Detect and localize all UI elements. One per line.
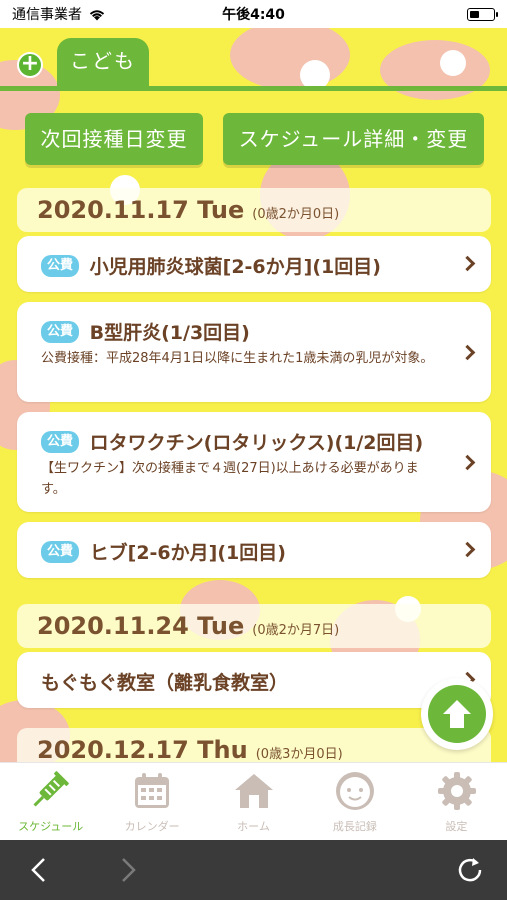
syringe-icon [33,771,69,807]
vaccine-description: 【生ワクチン】次の接種まで４週(27日)以上あける必要があります。 [41,461,419,497]
age-label: (0歳2か月7日) [252,623,340,638]
vaccine-title: ロタワクチン(ロタリックス)(1/2回目) [89,432,424,454]
nav-item-growth[interactable]: 成長記録 [304,763,405,840]
chevron-right-icon [459,344,476,361]
list-item-vaccine[interactable]: 公費 小児用肺炎球菌[2-6か月](1回目) [17,236,491,292]
back-arrow-icon[interactable] [24,855,54,885]
date-label: 2020.11.24 Tue [37,612,245,640]
bottom-navigation: スケジュール カレンダー ホーム 成長記録 設定 [0,762,507,840]
list-item-vaccine[interactable]: 公費 ロタワクチン(ロタリックス)(1/2回目) 【生ワクチン】次の接種まで４週… [17,412,491,512]
nav-label: スケジュール [18,820,84,833]
nav-item-schedule[interactable]: スケジュール [0,763,101,840]
list-item-vaccine[interactable]: 公費 B型肝炎(1/3回目) 公費接種：平成28年4月1日以降に生まれた1歳未満… [17,302,491,402]
forward-arrow-icon[interactable] [113,855,143,885]
vaccine-description: 公費接種：平成28年4月1日以降に生まれた1歳未満の乳児が対象。 [41,351,434,366]
nav-label: 成長記録 [332,820,377,833]
chevron-right-icon [459,541,476,558]
event-title: もぐもぐ教室（離乳食教室） [41,672,289,694]
home-icon [234,774,273,808]
nav-label: カレンダー [124,820,180,833]
battery-icon [467,7,498,21]
public-expense-badge: 公費 [41,254,80,277]
public-expense-badge: 公費 [41,540,80,563]
carrier-label: 通信事業者 [12,7,82,23]
nav-label: ホーム [237,820,270,833]
browser-toolbar [0,840,507,900]
age-label: (0歳2か月0日) [252,207,340,222]
date-header: 2020.11.24 Tue (0歳2か月7日) [17,604,491,648]
change-next-date-button[interactable]: 次回接種日変更 [25,113,203,165]
vaccine-title: 小児用肺炎球菌[2-6か月](1回目) [89,256,381,278]
nav-item-home[interactable]: ホーム [203,763,304,840]
baby-face-icon [336,772,375,810]
wifi-icon [89,9,105,20]
date-label: 2020.11.17 Tue [37,196,245,224]
gear-icon [437,772,476,810]
list-item-event[interactable]: もぐもぐ教室（離乳食教室） [17,652,491,708]
add-child-button[interactable]: + [17,52,43,78]
schedule-detail-button[interactable]: スケジュール詳細・変更 [223,113,484,165]
chevron-right-icon [459,454,476,471]
nav-label: 設定 [445,820,468,833]
status-bar: 通信事業者 午後4:40 [0,0,507,28]
public-expense-badge: 公費 [41,430,80,453]
date-header: 2020.11.17 Tue (0歳2か月0日) [17,188,491,232]
arrow-up-icon [443,700,471,728]
public-expense-badge: 公費 [41,320,80,343]
tab-child[interactable]: こども [57,38,149,88]
list-item-vaccine[interactable]: 公費 ヒブ[2-6か月](1回目) [17,522,491,578]
age-label: (0歳3か月0日) [255,747,343,762]
calendar-icon [135,773,170,808]
child-tab-row: + こども [0,28,507,90]
reload-icon[interactable] [455,855,485,885]
nav-item-settings[interactable]: 設定 [406,763,507,840]
nav-item-calendar[interactable]: カレンダー [101,763,202,840]
tab-underline [0,86,507,91]
vaccine-title: ヒブ[2-6か月](1回目) [89,542,286,564]
chevron-right-icon [459,255,476,272]
scroll-to-top-button[interactable] [421,678,493,750]
vaccine-title: B型肝炎(1/3回目) [89,322,250,344]
